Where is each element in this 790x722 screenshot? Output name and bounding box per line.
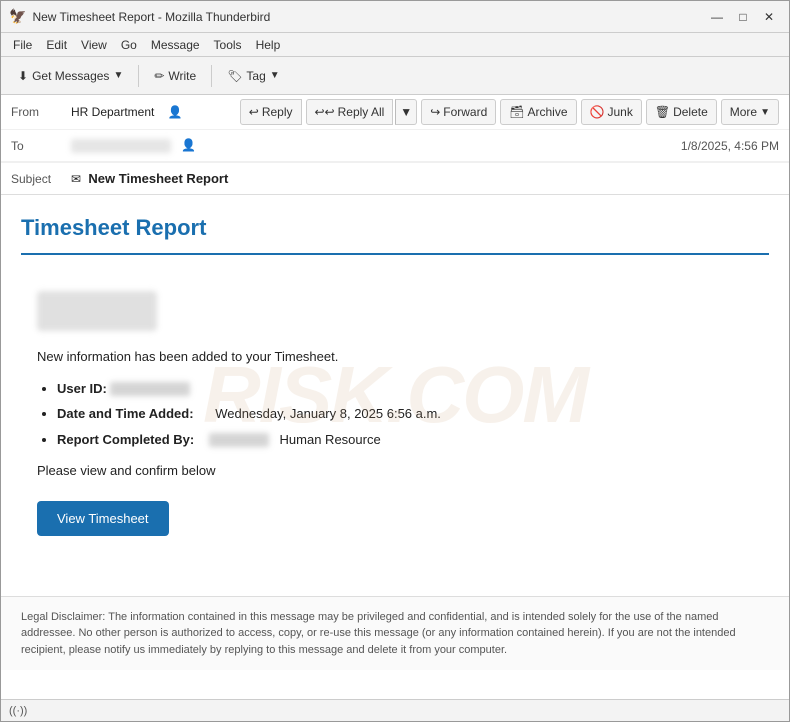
delete-icon: 🗑 — [655, 105, 670, 119]
close-button[interactable]: ✕ — [757, 7, 781, 27]
archive-button[interactable]: 🗃 Archive — [500, 99, 576, 125]
menu-edit[interactable]: Edit — [40, 36, 73, 54]
tag-dropdown-icon[interactable]: ▼ — [270, 70, 280, 81]
subject-value: ✉ New Timesheet Report — [71, 171, 779, 186]
write-button[interactable]: ✏ Write — [145, 62, 205, 90]
menu-file[interactable]: File — [7, 36, 38, 54]
forward-button[interactable]: ↪ Forward — [421, 99, 496, 125]
content-box: New information has been added to your T… — [21, 275, 769, 560]
more-dropdown-icon: ▼ — [760, 107, 770, 118]
maximize-button[interactable]: □ — [731, 7, 755, 27]
delete-button[interactable]: 🗑 Delete — [646, 99, 717, 125]
junk-icon: 🚫 — [590, 105, 605, 119]
reply-all-icon: ↩↩ — [315, 105, 335, 119]
menu-tools[interactable]: Tools — [208, 36, 248, 54]
menu-message[interactable]: Message — [145, 36, 206, 54]
menu-help[interactable]: Help — [250, 36, 287, 54]
archive-icon: 🗃 — [509, 105, 524, 119]
menu-go[interactable]: Go — [115, 36, 143, 54]
junk-button[interactable]: 🚫 Junk — [581, 99, 642, 125]
reply-button[interactable]: ↩ Reply — [240, 99, 302, 125]
from-label: From — [11, 105, 71, 119]
contact-icon: 👤 — [168, 105, 183, 119]
menu-view[interactable]: View — [75, 36, 113, 54]
write-icon: ✏ — [154, 69, 164, 83]
subject-icon: ✉ — [71, 172, 81, 186]
list-item-completed-by: Report Completed By: Human Resource — [57, 430, 753, 450]
disclaimer-text: Legal Disclaimer: The information contai… — [21, 609, 769, 659]
info-list: User ID: Date and Time Added: Wednesday,… — [37, 379, 753, 450]
cta-text: Please view and confirm below — [37, 461, 753, 481]
to-value: 👤 — [71, 138, 681, 153]
tag-icon: 🏷 — [227, 69, 242, 83]
get-messages-icon: ⬇ — [18, 69, 28, 83]
list-item-userid: User ID: — [57, 379, 753, 399]
completed-by-name — [209, 433, 269, 447]
to-label: To — [11, 139, 71, 153]
email-body: RISK.COM Timesheet Report New informatio… — [1, 195, 789, 699]
window-title: New Timesheet Report - Mozilla Thunderbi… — [32, 10, 699, 24]
status-bar: ((·)) — [1, 699, 789, 721]
tag-button[interactable]: 🏷 Tag ▼ — [218, 62, 289, 90]
list-item-datetime: Date and Time Added: Wednesday, January … — [57, 404, 753, 424]
forward-icon: ↪ — [430, 105, 440, 119]
get-messages-dropdown-icon[interactable]: ▼ — [113, 70, 123, 81]
userid-value — [110, 382, 190, 396]
toolbar-divider-2 — [211, 65, 212, 87]
email-title: Timesheet Report — [21, 215, 769, 241]
reply-all-button[interactable]: ↩↩ Reply All — [306, 99, 394, 125]
intro-text: New information has been added to your T… — [37, 347, 753, 367]
view-timesheet-button[interactable]: View Timesheet — [37, 501, 169, 536]
more-button[interactable]: More ▼ — [721, 99, 779, 125]
email-footer: Legal Disclaimer: The information contai… — [1, 596, 789, 671]
from-value: HR Department 👤 — [71, 105, 240, 119]
toolbar-divider-1 — [138, 65, 139, 87]
company-logo — [37, 291, 157, 331]
reply-all-dropdown-button[interactable]: ▼ — [395, 99, 417, 125]
email-timestamp: 1/8/2025, 4:56 PM — [681, 139, 779, 153]
minimize-button[interactable]: — — [705, 7, 729, 27]
title-divider — [21, 253, 769, 255]
app-icon: 🦅 — [9, 8, 26, 25]
get-messages-button[interactable]: ⬇ Get Messages ▼ — [9, 62, 132, 90]
to-contact-icon: 👤 — [181, 138, 196, 152]
status-icon: ((·)) — [9, 705, 27, 717]
subject-label: Subject — [11, 172, 71, 186]
reply-icon: ↩ — [249, 105, 259, 119]
